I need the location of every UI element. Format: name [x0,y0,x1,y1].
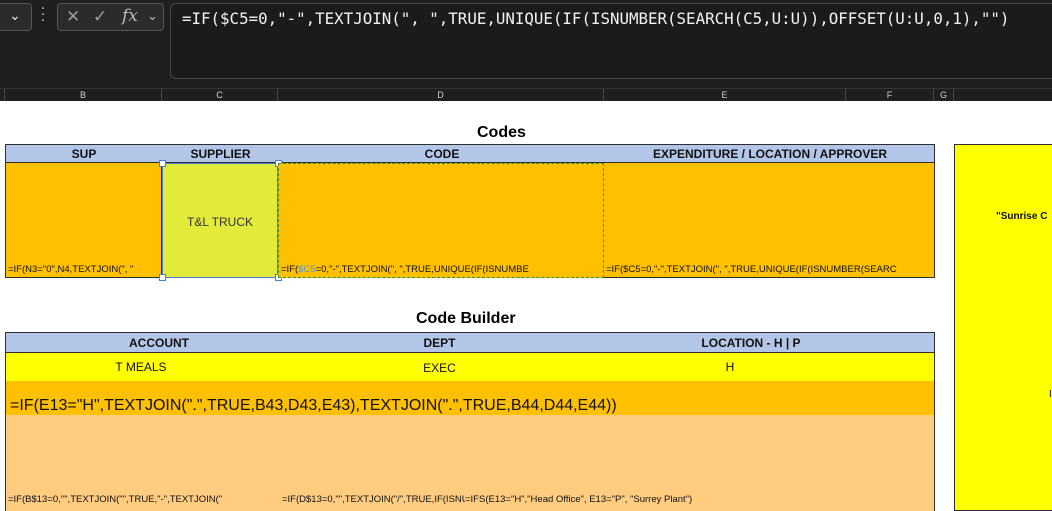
code-cell[interactable]: =IF($C5=0,"-",TEXTJOIN(", ",TRUE,UNIQUE(… [278,163,604,278]
builder-header-row: ACCOUNT DEPT LOCATION - H | P [5,332,935,353]
insert-function-icon[interactable]: fx [122,6,138,26]
column-header-b[interactable]: B [5,89,162,101]
header-sup: SUP [71,147,97,161]
column-header-c[interactable]: C [162,89,278,101]
name-box-dropdown[interactable]: ⌄ [0,3,32,31]
chevron-down-icon: ⌄ [9,8,21,24]
formula-controls: ✕ ✓ fx ⌄ [57,3,164,31]
builder-code-formula: =IF(E13="H",TEXTJOIN(".",TRUE,B43,D43,E4… [10,397,617,414]
header-dept: DEPT [423,336,456,350]
cancel-icon[interactable]: ✕ [66,7,80,27]
builder-code-cell[interactable]: =IF(E13="H",TEXTJOIN(".",TRUE,B43,D43,E4… [5,381,935,415]
supplier-cell[interactable]: T&L TRUCK [162,163,278,278]
header-supplier: SUPPLIER [190,147,251,161]
column-header-e[interactable]: E [604,89,846,101]
enter-icon[interactable]: ✓ [93,7,107,27]
codes-header-row: SUP SUPPLIER CODE EXPENDITURE / LOCATION… [5,144,935,163]
side-panel-text: "Sunrise C [996,211,1048,222]
header-account: ACCOUNT [129,336,189,350]
account-value[interactable]: T MEALS [6,360,276,374]
sup-formula: =IF(N3="0",N4,TEXTJOIN(", " [8,264,134,275]
codes-title: Codes [477,124,526,141]
side-panel[interactable]: "Sunrise C I [954,144,1052,511]
builder-detail-row: =IF(B$13=0,"",TEXTJOIN("",TRUE,"-",TEXTJ… [5,415,935,511]
code-builder-title: Code Builder [416,310,516,327]
sup-cell[interactable]: =IF(N3="0",N4,TEXTJOIN(", " [5,163,162,278]
dept-value[interactable]: EXEC [312,361,567,375]
header-code: CODE [424,147,460,161]
formula-input[interactable]: =IF($C5=0,"-",TEXTJOIN(", ",TRUE,UNIQUE(… [170,3,1052,79]
bottom-formula-dept[interactable]: =IF(D$13=0,"",TEXTJOIN("/",TRUE,IF(ISNUM… [282,494,465,505]
more-options-icon[interactable]: · · · [38,2,48,28]
location-value[interactable]: H [567,360,893,374]
bottom-formula-account[interactable]: =IF(B$13=0,"",TEXTJOIN("",TRUE,"-",TEXTJ… [8,494,280,505]
supplier-value: T&L TRUCK [186,215,253,229]
formula-bar: ⌄ · · · ✕ ✓ fx ⌄ =IF($C5=0,"-",TEXTJOIN(",… [0,0,1052,88]
expenditure-cell[interactable]: =IF($C5=0,"-",TEXTJOIN(", ",TRUE,UNIQUE(… [604,163,935,278]
chevron-down-icon[interactable]: ⌄ [147,9,158,24]
side-panel-text-2: I [1049,389,1052,400]
selection-handle-tl[interactable] [159,160,166,167]
formula-text: =IF($C5=0,"-",TEXTJOIN(", ",TRUE,UNIQUE(… [182,9,1010,28]
column-header-row: B C D E F G [0,88,1052,101]
expenditure-formula: =IF($C5=0,"-",TEXTJOIN(", ",TRUE,UNIQUE(… [606,264,897,275]
column-header-g[interactable]: G [934,89,954,101]
code-formula: =IF($C5=0,"-",TEXTJOIN(", ",TRUE,UNIQUE(… [281,264,529,275]
bottom-formula-location[interactable]: =IFS(E13="H","Head Office", E13="P", "Su… [465,494,692,505]
column-header-f[interactable]: F [846,89,934,101]
selection-handle-bl[interactable] [159,274,166,281]
column-header-d[interactable]: D [278,89,604,101]
column-header-h[interactable] [954,89,1052,101]
header-expenditure: EXPENDITURE / LOCATION / APPROVER [652,147,888,161]
builder-values-row: T MEALS EXEC H [5,353,935,381]
header-location: LOCATION - H | P [701,336,801,350]
